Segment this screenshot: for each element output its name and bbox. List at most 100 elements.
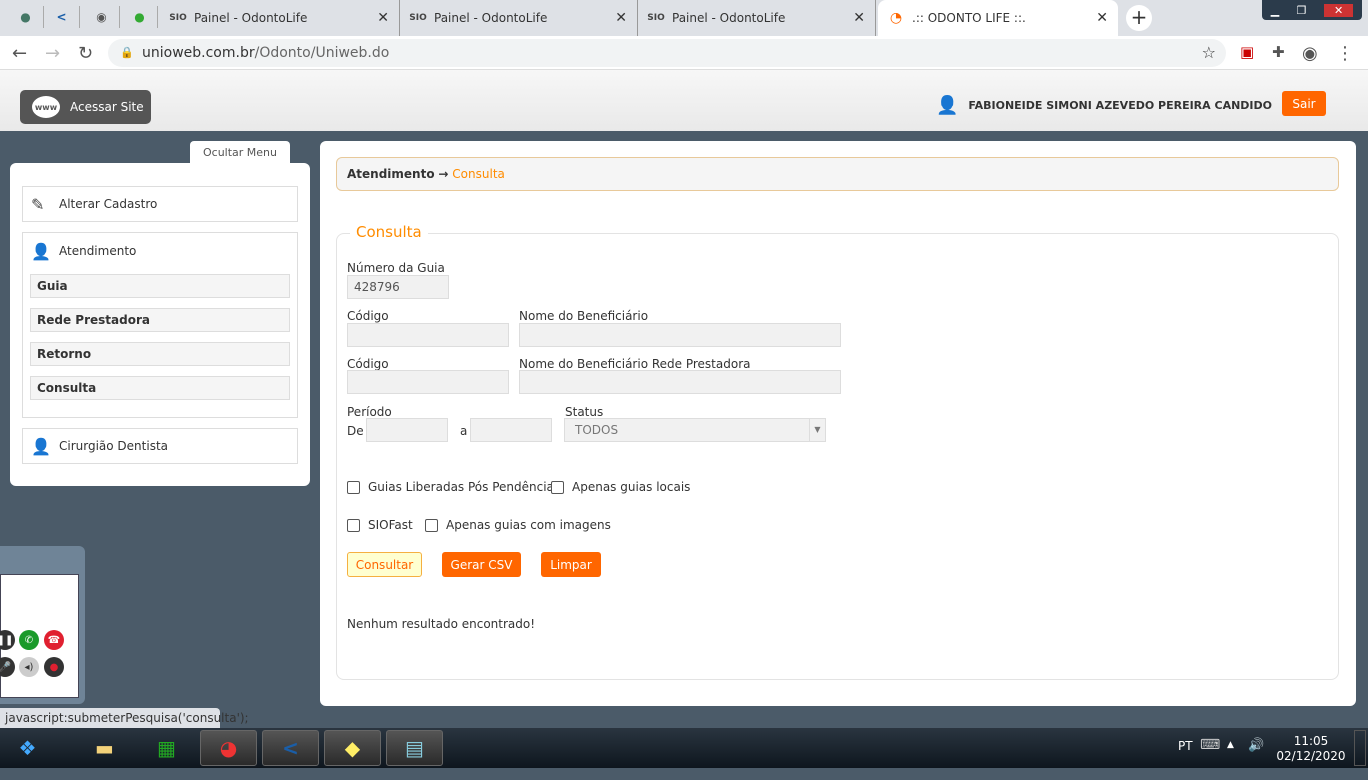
limpar-button[interactable]: Limpar [541,552,601,577]
record-icon[interactable]: ● [44,657,64,677]
start-button[interactable]: ❖ [0,730,55,766]
browser-tab-active[interactable]: ◔ .:: ODONTO LIFE ::. ✕ [878,0,1118,36]
hangup-icon[interactable]: ☎ [44,630,64,650]
sticky-notes-icon: ◆ [344,736,361,760]
checkbox-box[interactable] [425,518,438,532]
sidebar-item-cirurgiao-dentista[interactable]: 👤 Cirurgião Dentista [22,428,298,464]
periodo-end-input[interactable] [470,418,552,442]
periodo-start-input[interactable] [366,418,448,442]
status-label: Status [565,405,604,419]
hold-icon[interactable]: ❚❚ [0,630,15,650]
numero-guia-input[interactable]: 428796 [347,275,449,299]
pinned-tab[interactable]: ● [8,6,44,28]
status-select[interactable]: TODOS ▼ [564,418,826,442]
taskbar-chrome[interactable]: ◕ [200,730,257,766]
transfer-call-icon[interactable]: ✆ [19,630,39,650]
checkbox-label: SIOFast [368,518,413,532]
browser-tab[interactable]: SIO Painel - OdontoLife ✕ [400,0,638,36]
taskbar-app[interactable]: < [262,730,319,766]
consultar-button[interactable]: Consultar [347,552,422,577]
checkbox-label: Apenas guias locais [572,480,691,494]
url-path: /Odonto/Uniweb.do [254,45,390,61]
apenas-locais-checkbox[interactable]: Apenas guias locais [551,480,690,494]
map-icon: ● [134,10,145,24]
pinned-tab[interactable]: ◉ [84,6,120,28]
fieldset-legend: Consulta [350,223,428,241]
hide-menu-button[interactable]: Ocultar Menu [190,141,290,164]
language-indicator[interactable]: PT [1178,739,1193,753]
window-controls[interactable]: ▁ ❐ ✕ [1262,0,1362,20]
reload-icon[interactable]: ↻ [78,43,93,64]
tab-title: Painel - OdontoLife [672,11,786,25]
taskbar-explorer[interactable]: ▬ [76,730,133,766]
taskbar-calc[interactable]: ▦ [138,730,195,766]
beneficiario-rede-input[interactable] [519,370,841,394]
browser-tab[interactable]: SIO Painel - OdontoLife ✕ [638,0,876,36]
codigo-rede-input[interactable] [347,370,509,394]
beneficiario-input[interactable] [519,323,841,347]
profile-icon[interactable]: ◉ [1302,43,1318,64]
pinned-tab[interactable]: ● [122,6,158,28]
checkbox-box[interactable] [551,480,564,494]
close-tab-icon[interactable]: ✕ [615,10,627,26]
sidebar-sub-guia[interactable]: Guia [30,274,290,298]
back-icon[interactable]: ← [12,43,27,64]
close-window-icon[interactable]: ✕ [1324,3,1354,17]
mute-icon[interactable]: 🎤 [0,657,15,677]
sidebar-item-alterar-cadastro[interactable]: ✎ Alterar Cadastro [22,186,298,222]
clock[interactable]: 11:05 02/12/2020 [1276,734,1346,764]
sidebar-item-atendimento[interactable]: 👤 Atendimento [23,233,297,269]
close-tab-icon[interactable]: ✕ [377,10,389,26]
gerar-csv-button[interactable]: Gerar CSV [442,552,521,577]
tray-expand-icon[interactable]: ▲ [1227,740,1234,750]
sidebar-sub-rede-prestadora[interactable]: Rede Prestadora [30,308,290,332]
checkbox-box[interactable] [347,518,360,532]
spreadsheet-icon: ▦ [157,736,176,760]
guias-liberadas-checkbox[interactable]: Guias Liberadas Pós Pendência [347,480,554,494]
taskbar-notes[interactable]: ◆ [324,730,381,766]
breadcrumb-parent[interactable]: Atendimento [347,167,435,181]
logout-button[interactable]: Sair [1282,91,1326,116]
keyboard-icon[interactable]: ⌨ [1200,737,1220,753]
menu-icon[interactable]: ⋮ [1336,43,1354,64]
new-tab-button[interactable]: + [1126,5,1152,31]
volume-icon[interactable]: 🔊 [1248,738,1264,753]
minimize-icon[interactable]: ▁ [1271,4,1279,17]
checkbox-label: Guias Liberadas Pós Pendência [368,480,554,494]
taskbar-notepad[interactable]: ▤ [386,730,443,766]
odonto-icon: ◔ [889,10,903,26]
maximize-icon[interactable]: ❐ [1297,4,1307,17]
pdf-extension-icon[interactable]: ▣ [1240,43,1254,61]
browser-tab[interactable]: SIO Painel - OdontoLife ✕ [160,0,400,36]
checkbox-box[interactable] [347,480,360,494]
close-tab-icon[interactable]: ✕ [1096,10,1108,26]
pinned-tab[interactable]: < [44,6,80,28]
site-header: www Acessar Site 👤 FABIONEIDE SIMONI AZEVE… [0,70,1368,131]
access-site-button[interactable]: www Acessar Site [20,90,151,124]
access-site-label: Acessar Site [70,100,144,114]
codigo-input[interactable] [347,323,509,347]
softphone-window[interactable]: ❚❚ ✆ ☎ 🎤 ◂) ● [0,546,85,704]
sidebar-sub-retorno[interactable]: Retorno [30,342,290,366]
chevron-down-icon: ▼ [809,419,825,441]
app-icon: < [56,10,67,24]
apenas-imagens-checkbox[interactable]: Apenas guias com imagens [425,518,611,532]
periodo-label: Período [347,405,392,419]
extensions-icon[interactable]: ✚ [1272,43,1285,61]
url-input[interactable]: 🔒 unioweb.com.br/Odonto/Uniweb.do ☆ [108,39,1226,67]
show-desktop-button[interactable] [1354,730,1366,766]
user-name: FABIONEIDE SIMONI AZEVEDO PEREIRA CANDID… [968,99,1272,112]
bookmark-star-icon[interactable]: ☆ [1202,39,1216,67]
siofast-checkbox[interactable]: SIOFast [347,518,413,532]
sidebar-sub-consulta[interactable]: Consulta [30,376,290,400]
close-tab-icon[interactable]: ✕ [853,10,865,26]
sidebar-group-atendimento: 👤 Atendimento Guia Rede Prestadora Retorn… [22,232,298,418]
globe-icon: ● [20,10,31,24]
a-label: a [460,424,468,438]
sidebar-label: Atendimento [59,244,137,258]
speaker-icon[interactable]: ◂) [19,657,39,677]
forward-icon[interactable]: → [45,43,60,64]
sio-icon: SIO [647,13,665,23]
app-icon: < [282,736,299,760]
folder-icon: ▬ [95,736,114,760]
